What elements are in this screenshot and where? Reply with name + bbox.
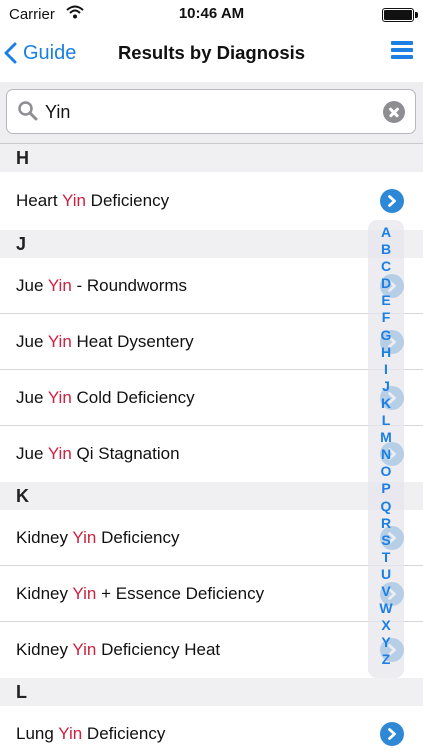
hamburger-menu-icon[interactable] <box>391 41 413 61</box>
list-item[interactable]: Kidney Yin Deficiency <box>0 510 423 566</box>
search-match-highlight: Yin <box>58 724 83 743</box>
index-letter[interactable]: D <box>381 275 391 292</box>
index-letter[interactable]: K <box>381 395 391 412</box>
list-item-label: Kidney Yin + Essence Deficiency <box>16 583 265 603</box>
section-header: L <box>0 678 423 706</box>
clear-search-icon[interactable] <box>383 101 405 123</box>
index-letter[interactable]: Q <box>381 498 392 515</box>
list-item[interactable]: Kidney Yin + Essence Deficiency <box>0 566 423 622</box>
index-letter[interactable]: T <box>382 549 391 566</box>
index-letter[interactable]: G <box>381 327 392 344</box>
list-item[interactable]: Jue Yin - Roundworms <box>0 258 423 314</box>
search-match-highlight: Yin <box>47 275 72 295</box>
list-item-label: Jue Yin Qi Stagnation <box>16 444 180 463</box>
index-letter[interactable]: I <box>384 361 388 378</box>
index-letter[interactable]: L <box>382 412 391 429</box>
index-letter[interactable]: M <box>380 429 392 446</box>
search-input[interactable]: Yin <box>6 89 416 134</box>
search-match-highlight: Yin <box>72 583 97 603</box>
search-match-highlight: Yin <box>72 640 97 659</box>
list-item-label: Jue Yin Cold Deficiency <box>16 387 195 407</box>
list-item-label: Heart Yin Deficiency <box>16 191 170 210</box>
index-letter[interactable]: C <box>381 258 391 275</box>
list-item-label: Jue Yin Heat Dysentery <box>16 331 194 351</box>
index-letter[interactable]: Z <box>382 651 391 668</box>
search-query: Yin <box>45 102 71 122</box>
index-letter[interactable]: H <box>381 344 391 361</box>
clock: 10:46 AM <box>178 5 245 22</box>
index-letter[interactable]: W <box>379 600 392 617</box>
list-item[interactable]: Kidney Yin Deficiency Heat <box>0 622 423 678</box>
list-item[interactable]: Heart Yin Deficiency <box>0 172 423 230</box>
index-letter[interactable]: R <box>381 515 391 532</box>
back-button-label: Guide <box>23 41 77 64</box>
index-letter[interactable]: O <box>381 463 392 480</box>
battery-icon <box>382 8 418 22</box>
search-match-highlight: Yin <box>47 331 72 351</box>
section-header: J <box>0 230 423 258</box>
list-item-label: Lung Yin Deficiency <box>16 724 166 743</box>
index-letter[interactable]: A <box>381 224 391 241</box>
back-button[interactable]: Guide <box>4 38 76 68</box>
search-match-highlight: Yin <box>62 191 86 210</box>
index-letter[interactable]: J <box>382 378 390 395</box>
section-header: H <box>0 144 423 172</box>
list-item[interactable]: Lung Yin Deficiency <box>0 706 423 750</box>
list-item[interactable]: Jue Yin Heat Dysentery <box>0 314 423 370</box>
index-letter[interactable]: N <box>381 446 391 463</box>
index-letter[interactable]: P <box>381 480 390 497</box>
navigation-bar: Guide Results by Diagnosis <box>0 30 423 76</box>
list-item[interactable]: Jue Yin Cold Deficiency <box>0 370 423 426</box>
index-letter[interactable]: B <box>381 241 391 258</box>
list-item-label: Jue Yin - Roundworms <box>16 275 188 295</box>
results-list: H Heart Yin Deficiency J Jue Yin - Roundwor… <box>0 144 423 750</box>
chevron-right-circle-icon[interactable] <box>380 722 404 746</box>
index-letter[interactable]: S <box>381 532 390 549</box>
chevron-right-circle-icon[interactable] <box>380 189 404 213</box>
chevron-left-icon <box>4 42 17 64</box>
status-bar: Carrier 10:46 AM <box>0 0 423 30</box>
list-item-label: Kidney Yin Deficiency Heat <box>16 640 221 659</box>
section-index[interactable]: ABCDEFGHIJKLMNOPQRSTUVWXYZ <box>368 220 404 678</box>
search-bar: Yin <box>0 82 423 144</box>
index-letter[interactable]: F <box>382 309 391 326</box>
index-letter[interactable]: U <box>381 566 391 583</box>
section-header: K <box>0 482 423 510</box>
index-letter[interactable]: Y <box>381 634 390 651</box>
index-letter[interactable]: V <box>381 583 390 600</box>
index-letter[interactable]: E <box>381 292 390 309</box>
list-item-label: Kidney Yin Deficiency <box>16 527 180 547</box>
search-match-highlight: Yin <box>72 527 97 547</box>
search-match-highlight: Yin <box>47 444 72 463</box>
list-item[interactable]: Jue Yin Qi Stagnation <box>0 426 423 482</box>
magnifier-icon <box>17 100 39 127</box>
search-match-highlight: Yin <box>47 387 72 407</box>
index-letter[interactable]: X <box>381 617 390 634</box>
